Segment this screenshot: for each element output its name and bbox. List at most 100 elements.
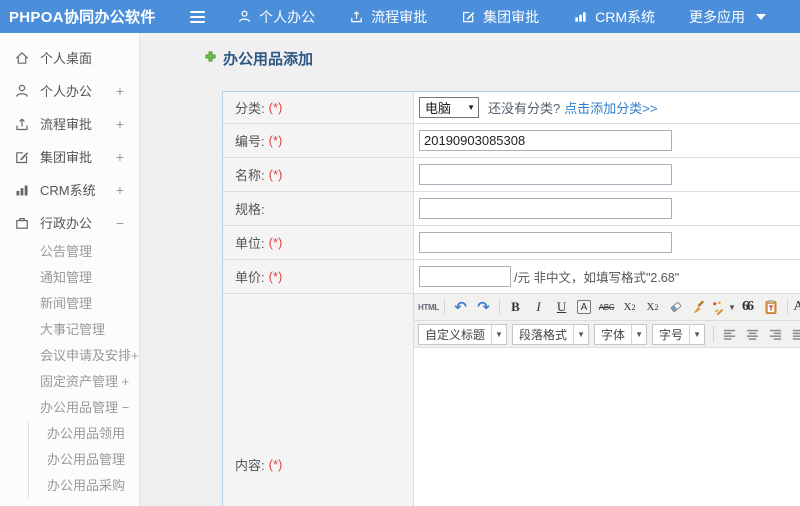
italic-button[interactable]: I [528, 297, 549, 318]
sidebar-item-meeting-request[interactable]: 会议申请及安排+ [0, 343, 139, 369]
nav-label: 流程审批 [371, 8, 428, 25]
font-style-box-button[interactable]: A [577, 300, 592, 314]
sidebar-item-supplies-purchase[interactable]: 办公用品采购 [29, 473, 139, 499]
font-size-dropdown[interactable]: 字号 ▼ [652, 323, 706, 345]
color-pen-icon[interactable]: ▼ [711, 297, 736, 318]
sidebar-item-office-supplies-mgmt[interactable]: 办公用品管理 − [0, 395, 139, 421]
nav-label: 集团审批 [483, 8, 540, 25]
nav-item-more-apps[interactable]: 更多应用 [689, 7, 766, 27]
format-brush-icon[interactable] [688, 297, 709, 318]
sidebar-item-notice-mgmt[interactable]: 通知管理 [0, 265, 139, 291]
caret-down-icon: ▼ [491, 324, 506, 344]
required-mark: (*) [268, 100, 283, 115]
sidebar-item-fixed-assets-mgmt[interactable]: 固定资产管理 + [0, 369, 139, 395]
strikethrough-button[interactable]: ABC [596, 297, 617, 318]
sidebar-item-memorabilia-mgmt[interactable]: 大事记管理 [0, 317, 139, 343]
main-content: 办公用品添加 分类: (*) 电脑 ▼ 还没有分类? 点击添加分类>> 编号: … [140, 33, 800, 506]
sidebar-item-crm[interactable]: CRM系统 + [0, 173, 139, 206]
font-family-dropdown[interactable]: 字体 ▼ [594, 323, 648, 345]
font-color-button[interactable]: A▼ [793, 297, 800, 318]
align-center-icon[interactable] [742, 324, 763, 345]
expand-toggle[interactable]: + [116, 83, 124, 99]
spec-input[interactable] [419, 198, 672, 219]
superscript-button[interactable]: X2 [619, 297, 640, 318]
price-input[interactable] [419, 266, 511, 287]
caret-down-icon: ▼ [728, 302, 736, 312]
expand-toggle[interactable]: + [116, 149, 124, 165]
sidebar-item-news-mgmt[interactable]: 新闻管理 [0, 291, 139, 317]
briefcase-icon [14, 215, 30, 231]
align-right-icon[interactable] [765, 324, 786, 345]
add-category-link[interactable]: 点击添加分类>> [564, 98, 657, 117]
form-row-unit: 单位: (*) [223, 226, 800, 260]
sidebar-item-personal-desktop[interactable]: 个人桌面 [0, 41, 139, 74]
code-input[interactable] [419, 130, 672, 151]
form-row-code: 编号: (*) [223, 124, 800, 158]
underline-button[interactable]: U [551, 297, 572, 318]
align-justify-icon[interactable] [788, 324, 800, 345]
edit-icon [14, 149, 30, 165]
sidebar-item-admin-office[interactable]: 行政办公 − [0, 206, 139, 239]
user-icon [237, 9, 252, 24]
supply-add-form: 分类: (*) 电脑 ▼ 还没有分类? 点击添加分类>> 编号: (*) 201… [222, 91, 800, 506]
required-mark: (*) [268, 456, 283, 472]
paragraph-format-dropdown[interactable]: 段落格式 ▼ [512, 323, 590, 345]
required-mark: (*) [268, 235, 283, 250]
editor-content-area[interactable] [414, 348, 800, 506]
eraser-icon[interactable] [665, 297, 686, 318]
expand-toggle[interactable]: + [116, 182, 124, 198]
nav-label: 个人办公 [259, 8, 316, 25]
user-icon [14, 83, 30, 99]
admin-office-submenu: 公告管理 通知管理 新闻管理 大事记管理 会议申请及安排+ 固定资产管理 + 办… [0, 239, 139, 499]
select-caret-icon: ▼ [467, 103, 475, 112]
field-label: 规格: [235, 202, 265, 217]
redo-button[interactable]: ↷ [473, 297, 494, 318]
form-row-content: 内容: (*) HTML ↶ ↷ B I U A ABC X 2 X 2 ▼ 6… [223, 294, 800, 506]
sidebar-item-group-approval[interactable]: 集团审批 + [0, 140, 139, 173]
paste-as-text-icon[interactable] [761, 297, 782, 318]
nav-item-personal-office[interactable]: 个人办公 [237, 7, 315, 27]
undo-button[interactable]: ↶ [450, 297, 471, 318]
sidebar-item-personal-office[interactable]: 个人办公 + [0, 74, 139, 107]
toolbar-divider [444, 299, 446, 315]
form-row-name: 名称: (*) [223, 158, 800, 192]
unit-input[interactable] [419, 232, 672, 253]
sidebar-label: 个人办公 [40, 84, 93, 99]
category-hint: 还没有分类? [488, 101, 561, 116]
sidebar: 个人桌面 个人办公 + 流程审批 + 集团审批 + CRM系统 + 行政办公 − [0, 33, 140, 506]
field-label: 编号: [235, 134, 265, 149]
menu-toggle-icon[interactable] [189, 10, 206, 23]
editor-toolbar-row2: 自定义标题 ▼ 段落格式 ▼ 字体 ▼ 字号 ▼ [414, 321, 800, 348]
sidebar-item-announcement-mgmt[interactable]: 公告管理 [0, 239, 139, 265]
app-logo: PHPOA协同办公软件 [9, 9, 156, 26]
blockquote-button[interactable]: 66 [738, 297, 759, 318]
share-icon [349, 9, 364, 24]
sidebar-item-supplies-requisition[interactable]: 办公用品领用 [29, 421, 139, 447]
category-select[interactable]: 电脑 ▼ [419, 97, 479, 118]
sidebar-item-supplies-management[interactable]: 办公用品管理 [29, 447, 139, 473]
field-label: 分类: [235, 101, 265, 116]
form-row-category: 分类: (*) 电脑 ▼ 还没有分类? 点击添加分类>> [223, 92, 800, 124]
subscript-button[interactable]: X2 [642, 297, 663, 318]
name-input[interactable] [419, 164, 672, 185]
field-label: 单价: [235, 270, 265, 285]
nav-item-crm[interactable]: CRM系统 [573, 7, 655, 27]
price-format-hint: /元 非中文，如填写格式"2.68" [514, 271, 680, 285]
share-icon [14, 116, 30, 132]
source-code-button[interactable]: HTML [418, 297, 439, 318]
nav-item-group-approval[interactable]: 集团审批 [461, 7, 539, 27]
sidebar-item-workflow-approval[interactable]: 流程审批 + [0, 107, 139, 140]
expand-toggle[interactable]: − [116, 215, 124, 231]
bold-button[interactable]: B [505, 297, 526, 318]
nav-label: CRM系统 [595, 8, 655, 25]
editor-toolbar-row1: HTML ↶ ↷ B I U A ABC X2 X2 ▼ 66 A [414, 294, 800, 321]
nav-item-workflow-approval[interactable]: 流程审批 [349, 7, 427, 27]
sidebar-label: 集团审批 [40, 150, 93, 165]
caret-down-icon: ▼ [689, 324, 704, 344]
custom-heading-dropdown[interactable]: 自定义标题 ▼ [418, 323, 508, 345]
form-row-spec: 规格: [223, 192, 800, 226]
align-left-icon[interactable] [719, 324, 740, 345]
field-label: 单位: [235, 236, 265, 251]
top-nav-menu: 个人办公 流程审批 集团审批 CRM系统 更多应用 [237, 7, 800, 27]
expand-toggle[interactable]: + [116, 116, 124, 132]
